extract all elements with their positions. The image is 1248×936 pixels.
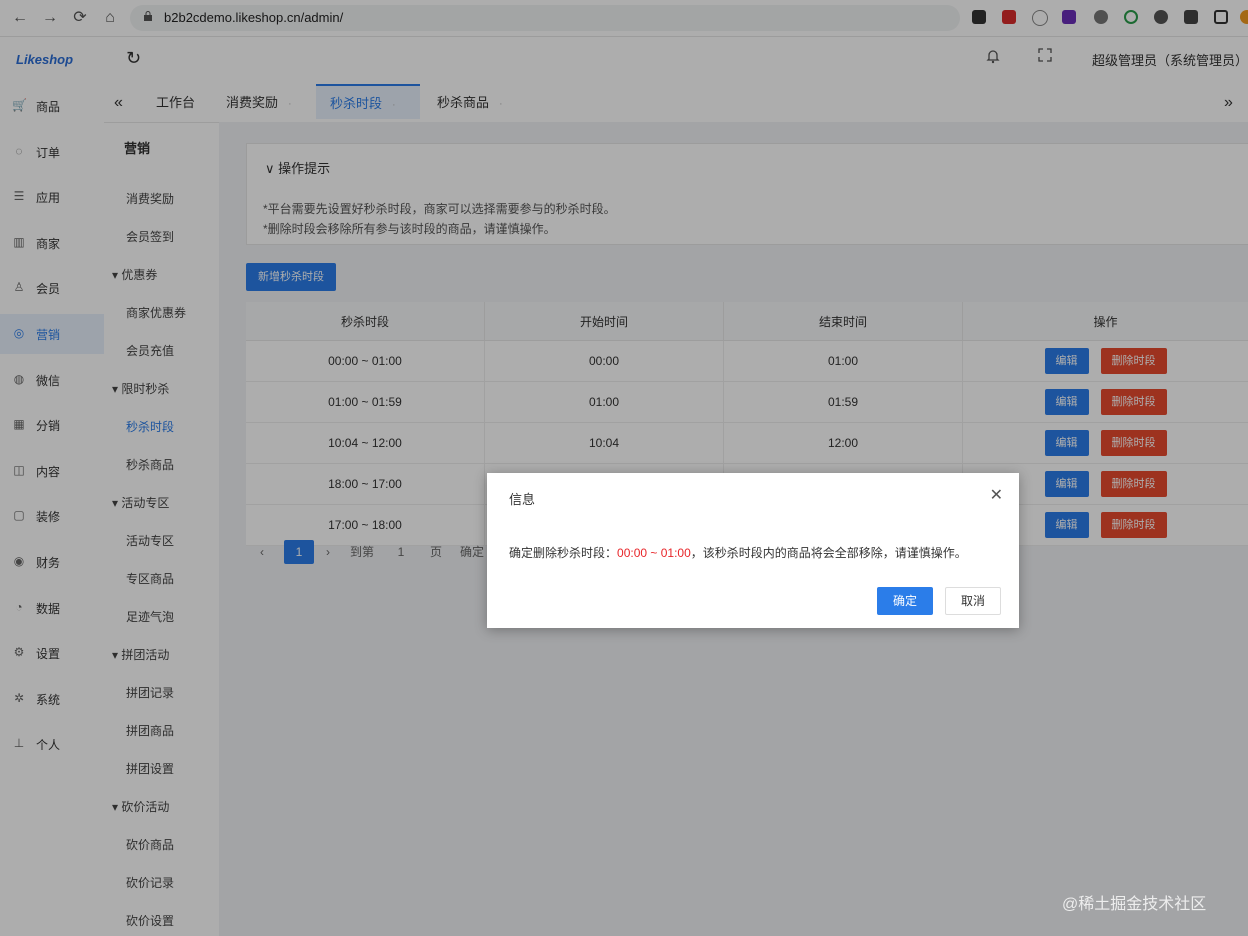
cancel-button[interactable]: 取消 <box>945 587 1001 615</box>
confirm-dialog: 信息 ✕ 确定删除秒杀时段：00:00 ~ 01:00，该秒杀时段内的商品将会全… <box>487 473 1019 628</box>
message-highlight: 00:00 ~ 01:00 <box>617 546 691 560</box>
message-prefix: 确定删除秒杀时段： <box>509 546 618 560</box>
message-suffix: ，该秒杀时段内的商品将会全部移除，请谨慎操作。 <box>690 546 967 560</box>
dialog-message: 确定删除秒杀时段：00:00 ~ 01:00，该秒杀时段内的商品将会全部移除，请… <box>509 544 967 561</box>
watermark: @稀土掘金技术社区 <box>1062 896 1207 913</box>
ok-button[interactable]: 确定 <box>877 587 933 615</box>
modal-overlay[interactable] <box>0 0 1248 936</box>
dialog-title: 信息 <box>509 492 536 507</box>
close-icon[interactable]: ✕ <box>990 485 1003 505</box>
